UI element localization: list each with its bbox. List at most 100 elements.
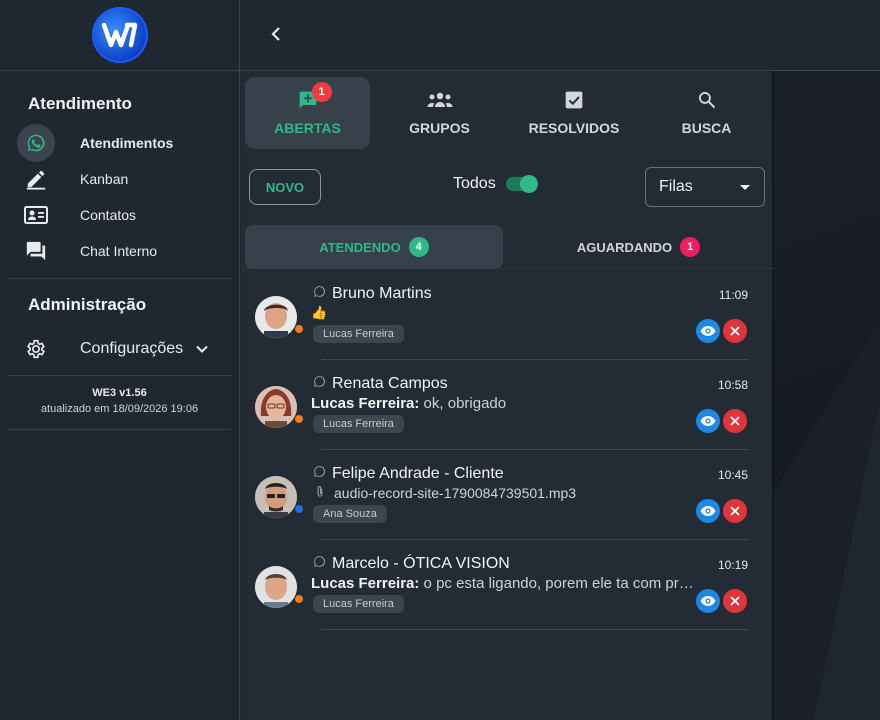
subtab-label: AGUARDANDO	[576, 239, 673, 255]
whatsapp-icon	[313, 375, 326, 388]
tab-busca[interactable]: BUSCA	[644, 77, 769, 149]
last-message: audio-record-site-1790084739501.mp3	[316, 485, 576, 501]
sidebar-item-kanban[interactable]: Kanban	[0, 161, 239, 197]
ticket-tabs: 1 ABERTAS GRUPOS RESOLVIDOS BUSCA	[241, 71, 774, 155]
subtab-count-badge: 4	[408, 237, 429, 257]
sidebar-item-label: Kanban	[80, 171, 129, 187]
sidebar-item-label: Contatos	[80, 207, 137, 223]
tab-resolvidos[interactable]: RESOLVIDOS	[509, 77, 639, 149]
close-icon	[730, 416, 740, 426]
eye-icon	[700, 506, 716, 516]
contacts-card-icon	[16, 197, 56, 233]
last-message: Lucas Ferreira: ok, obrigado	[311, 395, 506, 412]
avatar	[255, 386, 297, 428]
view-ticket-button[interactable]	[696, 319, 720, 343]
whatsapp-icon	[313, 465, 326, 478]
avatar	[255, 566, 297, 608]
last-message: 👍	[311, 305, 327, 321]
view-ticket-button[interactable]	[696, 589, 720, 613]
message-text: ok, obrigado	[419, 395, 507, 412]
contact-name: Felipe Andrade - Cliente	[332, 465, 504, 482]
status-subtabs: ATENDENDO 4 AGUARDANDO 1	[241, 221, 774, 269]
ticket-item[interactable]: Marcelo - ÓTICA VISION 10:19 Lucas Ferre…	[241, 540, 774, 630]
close-icon	[730, 326, 740, 336]
close-icon	[730, 596, 740, 606]
chat-background	[774, 71, 880, 720]
contact-name: Marcelo - ÓTICA VISION	[332, 555, 510, 572]
tab-abertas[interactable]: 1 ABERTAS	[245, 77, 370, 149]
toggle-label: Todos	[453, 175, 496, 192]
contact-name: Bruno Martins	[332, 285, 432, 302]
close-ticket-button[interactable]	[723, 499, 747, 523]
todos-toggle-group: Todos	[453, 175, 538, 193]
whatsapp-icon	[17, 124, 55, 162]
subtab-atendendo[interactable]: ATENDENDO 4	[245, 225, 503, 269]
ticket-item[interactable]: Bruno Martins 11:09 👍 Lucas Ferreira	[241, 270, 774, 360]
close-ticket-button[interactable]	[723, 409, 747, 433]
sidebar-item-chat-interno[interactable]: Chat Interno	[0, 233, 239, 269]
assignee-tag: Lucas Ferreira	[313, 415, 404, 433]
chevron-left-icon[interactable]	[268, 24, 284, 44]
message-sender: Lucas Ferreira:	[311, 575, 420, 592]
status-dot	[295, 505, 303, 513]
assignee-tag: Lucas Ferreira	[313, 595, 404, 613]
sidebar-item-contatos[interactable]: Contatos	[0, 197, 239, 233]
sidebar-divider	[8, 429, 231, 430]
eye-icon	[700, 416, 716, 426]
tab-label: GRUPOS	[409, 120, 470, 136]
contact-name: Renata Campos	[332, 375, 448, 392]
subtab-label: ATENDENDO	[319, 239, 401, 255]
close-icon	[730, 506, 740, 516]
todos-toggle[interactable]	[505, 175, 538, 193]
select-value: Filas	[659, 178, 693, 195]
sidebar-item-label: Chat Interno	[80, 243, 158, 259]
chevron-down-icon[interactable]	[195, 342, 209, 361]
view-ticket-button[interactable]	[696, 409, 720, 433]
close-ticket-button[interactable]	[723, 589, 747, 613]
avatar	[255, 476, 297, 518]
gear-icon	[16, 331, 56, 367]
whatsapp-icon	[313, 285, 326, 298]
message-time: 10:58	[717, 378, 748, 392]
version-info: WE3 v1.56 atualizado em 18/09/2026 19:06	[0, 376, 239, 415]
checkbox-icon	[564, 89, 584, 111]
updated-label: atualizado em 18/09/2026 19:06	[40, 403, 199, 415]
sidebar-item-atendimentos[interactable]: Atendimentos	[0, 124, 239, 162]
sidebar: Atendimento Atendimentos Kanban Contatos…	[0, 0, 240, 720]
paperclip-icon	[316, 485, 326, 501]
close-ticket-button[interactable]	[723, 319, 747, 343]
status-dot	[295, 595, 303, 603]
ticket-list: Bruno Martins 11:09 👍 Lucas Ferreira Ren…	[241, 270, 774, 630]
tab-label: BUSCA	[681, 120, 732, 136]
subtab-aguardando[interactable]: AGUARDANDO 1	[507, 225, 770, 269]
add-chat-icon: 1	[298, 82, 332, 111]
message-time: 10:45	[717, 468, 748, 482]
caret-down-icon	[740, 185, 750, 190]
logo-mark-icon	[101, 22, 137, 48]
last-message: Lucas Ferreira: o pc esta ligando, porem…	[311, 575, 695, 592]
list-divider	[321, 629, 748, 630]
ticket-item[interactable]: Felipe Andrade - Cliente 10:45 audio-rec…	[241, 450, 774, 540]
version-label: WE3 v1.56	[92, 387, 147, 399]
sidebar-item-label: Configurações	[80, 340, 184, 357]
ticket-item[interactable]: Renata Campos 10:58 Lucas Ferreira: ok, …	[241, 360, 774, 450]
tab-grupos[interactable]: GRUPOS	[377, 77, 502, 149]
message-time: 10:19	[717, 558, 748, 572]
tab-label: RESOLVIDOS	[528, 120, 620, 136]
background-pattern	[774, 321, 880, 720]
section-title-administracao: Administração	[28, 295, 147, 314]
tab-badge: 1	[311, 82, 332, 102]
new-ticket-button[interactable]: NOVO	[249, 169, 321, 205]
app-logo[interactable]	[91, 7, 148, 63]
queue-select[interactable]: Filas	[645, 167, 765, 207]
sidebar-item-configuracoes[interactable]: Configurações	[0, 331, 239, 367]
tickets-panel: 1 ABERTAS GRUPOS RESOLVIDOS BUSCA NOVO T…	[241, 71, 774, 720]
status-dot	[295, 325, 303, 333]
message-text: 👍	[311, 305, 328, 320]
message-sender: Lucas Ferreira:	[311, 395, 420, 412]
view-ticket-button[interactable]	[696, 499, 720, 523]
whatsapp-icon	[313, 555, 326, 568]
avatar	[255, 296, 297, 338]
message-text: o pc esta ligando, porem ele ta com prob…	[423, 575, 695, 592]
search-icon	[697, 89, 717, 111]
